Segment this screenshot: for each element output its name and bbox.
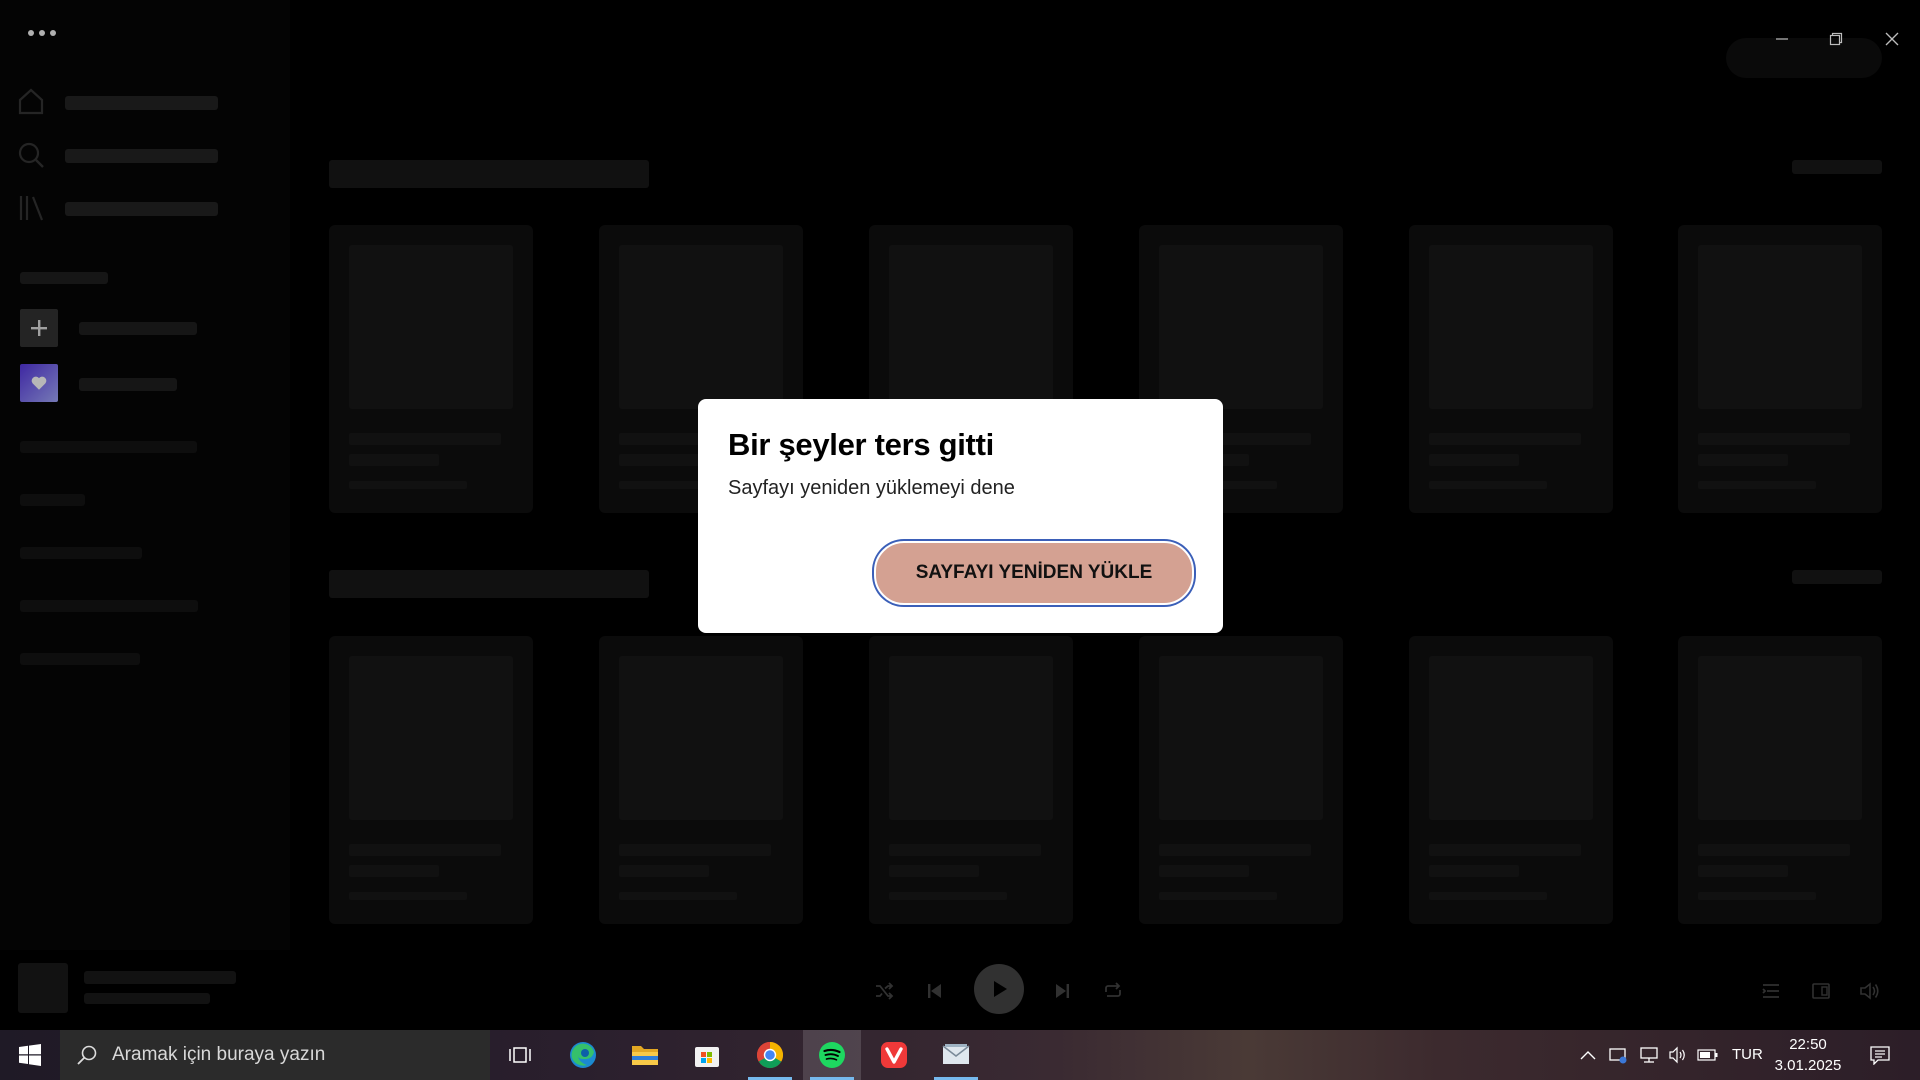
chrome-taskbar-button[interactable] bbox=[741, 1030, 799, 1080]
network-tray-button[interactable] bbox=[1636, 1030, 1662, 1080]
spotify-taskbar-button[interactable] bbox=[803, 1030, 861, 1080]
mail-icon bbox=[942, 1044, 970, 1064]
volume-tray-button[interactable] bbox=[1665, 1030, 1691, 1080]
dialog-message: Sayfayı yeniden yüklemeyi dene bbox=[728, 477, 1015, 499]
windows-logo-icon bbox=[19, 1044, 41, 1066]
file-explorer-taskbar-button[interactable] bbox=[616, 1030, 674, 1080]
store-icon bbox=[695, 1047, 719, 1067]
speaker-icon bbox=[1669, 1046, 1685, 1064]
vivaldi-taskbar-button[interactable] bbox=[865, 1030, 923, 1080]
chevron-up-icon bbox=[1580, 1051, 1596, 1060]
chrome-icon bbox=[756, 1041, 784, 1069]
security-tray-button[interactable] bbox=[1605, 1030, 1631, 1080]
task-view-button[interactable] bbox=[491, 1030, 549, 1080]
taskbar-search-placeholder: Aramak için buraya yazın bbox=[112, 1044, 326, 1065]
edge-icon bbox=[570, 1042, 596, 1068]
clock-time: 22:50 bbox=[1789, 1036, 1827, 1053]
spotify-icon bbox=[819, 1042, 845, 1068]
microsoft-store-taskbar-button[interactable] bbox=[678, 1030, 736, 1080]
notifications-icon bbox=[1870, 1046, 1890, 1065]
clock-date: 3.01.2025 bbox=[1774, 1057, 1842, 1074]
taskbar-search-box[interactable]: Aramak için buraya yazın bbox=[60, 1030, 490, 1080]
dialog-title: Bir şeyler ters gitti bbox=[728, 427, 994, 462]
task-view-icon bbox=[509, 1047, 531, 1063]
reload-page-button[interactable]: SAYFAYI YENİDEN YÜKLE bbox=[874, 541, 1194, 605]
error-dialog: Bir şeyler ters gitti Sayfayı yeniden yü… bbox=[698, 399, 1223, 633]
security-icon bbox=[1609, 1048, 1627, 1064]
action-center-button[interactable] bbox=[1860, 1030, 1900, 1080]
taskbar: Aramak için buraya yazın TUR 22:50 3.01.… bbox=[0, 1030, 1920, 1080]
mail-taskbar-button[interactable] bbox=[927, 1030, 985, 1080]
language-indicator[interactable]: TUR bbox=[1732, 1046, 1763, 1063]
search-icon bbox=[77, 1045, 97, 1065]
battery-tray-button[interactable] bbox=[1695, 1030, 1721, 1080]
start-button[interactable] bbox=[0, 1030, 60, 1080]
show-hidden-icons-button[interactable] bbox=[1578, 1030, 1598, 1080]
battery-icon bbox=[1697, 1049, 1718, 1061]
spotify-window: Bir şeyler ters gitti Sayfayı yeniden yü… bbox=[0, 0, 1920, 1030]
taskbar-clock[interactable]: 22:50 3.01.2025 bbox=[1766, 1034, 1850, 1076]
vivaldi-icon bbox=[881, 1042, 907, 1068]
folder-icon bbox=[632, 1046, 658, 1065]
network-icon bbox=[1640, 1047, 1658, 1063]
edge-taskbar-button[interactable] bbox=[554, 1030, 612, 1080]
